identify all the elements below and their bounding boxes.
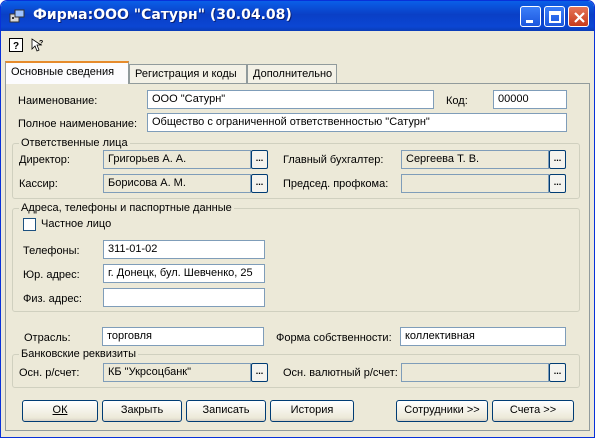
history-button[interactable]: История — [270, 400, 354, 422]
tab-additional[interactable]: Дополнительно — [247, 64, 337, 83]
name-label: Наименование: — [18, 95, 98, 107]
ownership-field[interactable]: коллективная — [400, 327, 566, 346]
maximize-icon — [549, 11, 561, 23]
tab-registration-codes[interactable]: Регистрация и коды — [129, 64, 247, 83]
responsible-group-title: Ответственные лица — [19, 137, 130, 149]
cashier-select-button[interactable]: ... — [251, 174, 268, 193]
director-label: Директор: — [19, 154, 70, 166]
employees-button-label: Сотрудники >> — [404, 404, 480, 416]
title-bar[interactable]: Фирма:ООО "Сатурн" (30.04.08) — [1, 1, 594, 31]
industry-field[interactable]: торговля — [102, 327, 264, 346]
ownership-label: Форма собственности: — [276, 332, 392, 344]
bank-group-title: Банковские реквизиты — [19, 348, 138, 360]
save-button[interactable]: Записать — [186, 400, 266, 422]
main-account-select-button[interactable]: ... — [251, 363, 268, 382]
minimize-icon — [526, 20, 533, 23]
currency-account-select-button[interactable]: ... — [549, 363, 566, 382]
accounts-button[interactable]: Счета >> — [492, 400, 574, 422]
physical-address-label: Физ. адрес: — [23, 293, 82, 305]
employees-button[interactable]: Сотрудники >> — [396, 400, 488, 422]
close-button[interactable]: Закрыть — [102, 400, 182, 422]
chief-accountant-field[interactable]: Сергеева Т. В. — [401, 150, 549, 169]
physical-address-field[interactable] — [103, 288, 265, 307]
help-icon[interactable]: ? — [9, 38, 23, 52]
bank-group: Банковские реквизиты Осн. р/счет: КБ "Ук… — [12, 348, 580, 388]
fullname-label: Полное наименование: — [18, 118, 138, 130]
history-button-label: История — [290, 404, 334, 416]
legal-address-field[interactable]: г. Донецк, бул. Шевченко, 25 — [103, 264, 265, 283]
code-label: Код: — [446, 95, 468, 107]
close-window-button[interactable] — [568, 6, 589, 27]
union-chair-field[interactable] — [401, 174, 549, 193]
main-info-panel: Наименование: ООО "Сатурн" Код: 00000 По… — [5, 83, 590, 431]
save-button-label: Записать — [202, 404, 250, 416]
cashier-label: Кассир: — [19, 178, 58, 190]
ok-button-label: ОК — [52, 404, 68, 416]
currency-account-label: Осн. валютный р/счет: — [283, 367, 398, 379]
legal-address-label: Юр. адрес: — [23, 269, 80, 281]
private-person-label: Частное лицо — [41, 218, 112, 230]
chief-accountant-select-button[interactable]: ... — [549, 150, 566, 169]
ok-button[interactable]: ОК — [22, 400, 98, 422]
phones-label: Телефоны: — [23, 245, 80, 257]
tab-main-info[interactable]: Основные сведения — [5, 61, 129, 84]
union-chair-select-button[interactable]: ... — [549, 174, 566, 193]
fullname-field[interactable]: Общество с ограниченной ответственностью… — [147, 113, 567, 132]
toolbar: ? ? — [1, 31, 594, 59]
company-card-window: Фирма:ООО "Сатурн" (30.04.08) ? ? Основн… — [0, 0, 595, 438]
main-account-field[interactable]: КБ "Укрсоцбанк" — [103, 363, 251, 382]
private-person-checkbox[interactable] — [23, 218, 36, 231]
name-field[interactable]: ООО "Сатурн" — [147, 90, 434, 109]
maximize-button[interactable] — [544, 6, 565, 27]
responsible-group: Ответственные лица Директор: Григорьев А… — [12, 137, 580, 199]
app-icon — [9, 9, 25, 23]
phones-field[interactable]: 311-01-02 — [103, 240, 265, 259]
svg-text:?: ? — [39, 40, 43, 47]
context-help-icon[interactable]: ? — [31, 38, 45, 52]
svg-text:?: ? — [13, 41, 19, 52]
accounts-button-label: Счета >> — [509, 404, 557, 416]
minimize-button[interactable] — [520, 6, 541, 27]
close-button-label: Закрыть — [120, 404, 164, 416]
union-chair-label: Председ. профкома: — [283, 178, 389, 190]
close-icon — [574, 12, 585, 23]
addresses-group: Адреса, телефоны и паспортные данные Час… — [12, 202, 580, 312]
addresses-group-title: Адреса, телефоны и паспортные данные — [19, 202, 234, 214]
director-field[interactable]: Григорьев А. А. — [103, 150, 251, 169]
currency-account-field[interactable] — [401, 363, 549, 382]
industry-label: Отрасль: — [24, 332, 71, 344]
chief-accountant-label: Главный бухгалтер: — [283, 154, 384, 166]
main-account-label: Осн. р/счет: — [19, 367, 80, 379]
director-select-button[interactable]: ... — [251, 150, 268, 169]
cashier-field[interactable]: Борисова А. М. — [103, 174, 251, 193]
code-field[interactable]: 00000 — [493, 90, 567, 109]
window-title: Фирма:ООО "Сатурн" (30.04.08) — [33, 7, 292, 23]
